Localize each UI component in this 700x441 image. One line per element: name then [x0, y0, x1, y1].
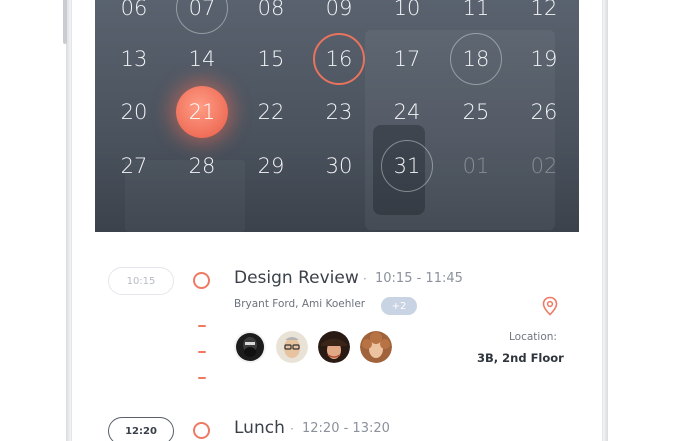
- calendar-day[interactable]: 13: [108, 33, 160, 85]
- calendar-day[interactable]: 10: [381, 0, 433, 34]
- timeline-dash: [198, 325, 206, 327]
- calendar-day[interactable]: 27: [108, 140, 160, 192]
- event-time-pill: 12:20: [108, 417, 174, 441]
- avatar[interactable]: [318, 331, 350, 363]
- phone-frame-right: [602, 0, 608, 441]
- timeline-dash: [198, 377, 206, 379]
- event-separator: ·: [363, 272, 367, 286]
- avatar[interactable]: [276, 331, 308, 363]
- calendar-day[interactable]: 25: [450, 86, 502, 138]
- phone-frame-left: [66, 0, 72, 441]
- calendar-day-selected[interactable]: 21: [176, 86, 228, 138]
- phone-side-button: [63, 0, 67, 44]
- calendar-day-next-month[interactable]: 02: [518, 140, 570, 192]
- calendar-day[interactable]: 23: [313, 86, 365, 138]
- calendar-day[interactable]: 14: [176, 33, 228, 85]
- timeline-dot: [193, 272, 210, 289]
- event-title[interactable]: Design Review: [234, 268, 359, 288]
- avatar-bearded-man: [234, 331, 266, 363]
- calendar-day[interactable]: 11: [450, 0, 502, 34]
- timeline-dot: [193, 422, 210, 439]
- app-screen: 06 07 08 09 10 11 12 13 14 15 16 17 18 1…: [78, 0, 596, 441]
- event-time-range: 10:15 - 11:45: [375, 271, 463, 286]
- calendar-day-next-month[interactable]: 01: [450, 140, 502, 192]
- calendar-day[interactable]: 26: [518, 86, 570, 138]
- calendar-day[interactable]: 20: [108, 86, 160, 138]
- location-label: Location:: [509, 331, 557, 343]
- calendar-day[interactable]: 15: [245, 33, 297, 85]
- calendar-day[interactable]: 30: [313, 140, 365, 192]
- calendar-day[interactable]: 17: [381, 33, 433, 85]
- event-time-pill: 10:15: [108, 267, 174, 295]
- location-value: 3B, 2nd Floor: [477, 351, 564, 365]
- calendar-day[interactable]: 19: [518, 33, 570, 85]
- avatar-woman-hat: [318, 331, 350, 363]
- timeline-dash: [198, 351, 206, 353]
- avatar-woman-curly-hair: [360, 331, 392, 363]
- month-calendar: 06 07 08 09 10 11 12 13 14 15 16 17 18 1…: [95, 0, 579, 232]
- event-separator: ·: [290, 422, 294, 436]
- calendar-day-marked[interactable]: 07: [176, 0, 228, 34]
- calendar-day[interactable]: 29: [245, 140, 297, 192]
- calendar-day[interactable]: 12: [518, 0, 570, 34]
- event-time-range: 12:20 - 13:20: [302, 421, 390, 436]
- calendar-day-highlighted[interactable]: 16: [313, 33, 365, 85]
- event-attendees: Bryant Ford, Ami Koehler: [234, 298, 366, 310]
- calendar-day[interactable]: 28: [176, 140, 228, 192]
- avatar-man-glasses: [276, 331, 308, 363]
- calendar-day[interactable]: 09: [313, 0, 365, 34]
- calendar-day-marked[interactable]: 18: [450, 33, 502, 85]
- more-attendees-badge[interactable]: +2: [381, 297, 417, 315]
- calendar-day[interactable]: 24: [381, 86, 433, 138]
- event-title[interactable]: Lunch: [234, 418, 285, 438]
- avatar[interactable]: [234, 331, 266, 363]
- calendar-day[interactable]: 22: [245, 86, 297, 138]
- calendar-day[interactable]: 06: [108, 0, 160, 34]
- avatar[interactable]: [360, 331, 392, 363]
- calendar-day[interactable]: 08: [245, 0, 297, 34]
- calendar-day-marked[interactable]: 31: [381, 140, 433, 192]
- location-pin-icon[interactable]: [541, 296, 559, 316]
